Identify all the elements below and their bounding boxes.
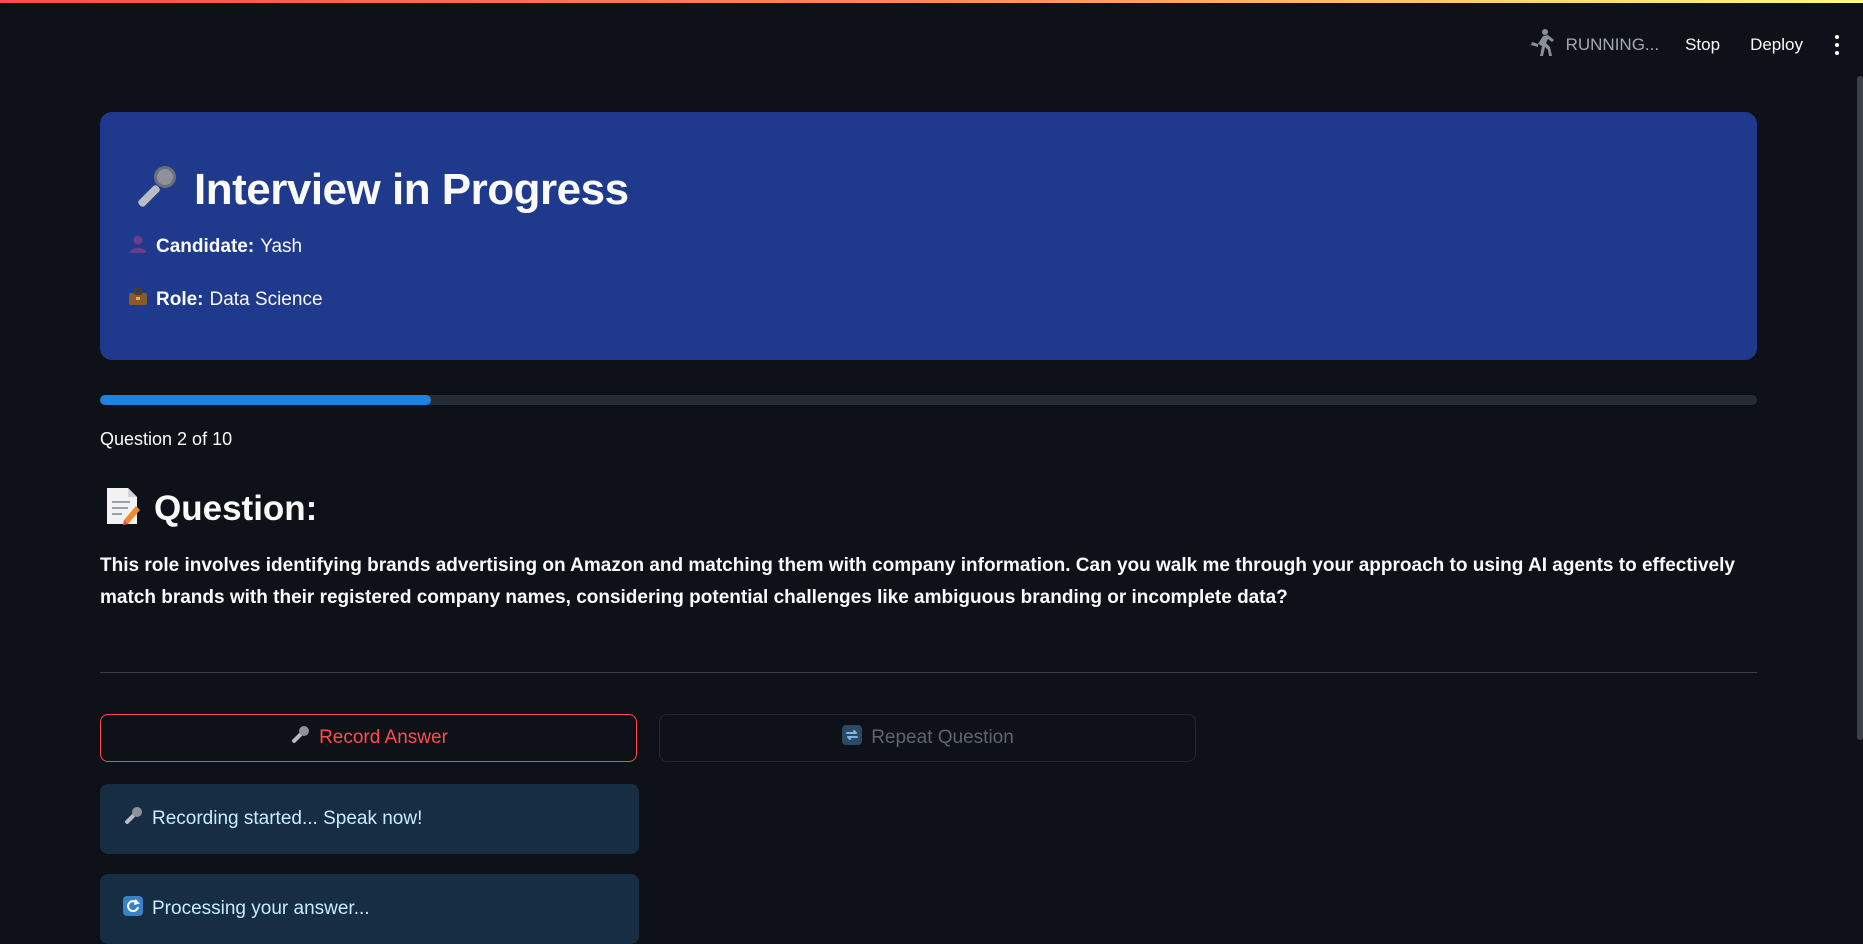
question-heading-text: Question: — [154, 488, 318, 528]
candidate-label: Candidate: — [156, 236, 255, 257]
repeat-question-label: Repeat Question — [871, 727, 1014, 748]
microphone-icon — [122, 805, 144, 833]
repeat-question-button[interactable]: Repeat Question — [659, 714, 1196, 762]
processing-alert: Processing your answer... — [100, 874, 639, 944]
progress-bar — [100, 395, 1757, 405]
microphone-icon — [130, 162, 180, 217]
progress-fill — [100, 395, 432, 405]
recording-started-alert: Recording started... Speak now! — [100, 784, 639, 854]
refresh-icon — [122, 895, 144, 923]
running-man-icon — [1528, 28, 1556, 63]
alert-text: Recording started... Speak now! — [152, 808, 423, 829]
scrollbar[interactable] — [1857, 76, 1863, 740]
candidate-row: Candidate: Yash — [128, 234, 302, 260]
question-text: This role involves identifying brands ad… — [100, 555, 1735, 608]
question-heading: Question: — [104, 486, 317, 531]
role-label: Role: — [156, 289, 204, 310]
candidate-value: Yash — [260, 236, 303, 257]
record-answer-label: Record Answer — [319, 727, 448, 748]
status-text: RUNNING... — [1565, 35, 1660, 54]
kebab-menu-icon[interactable] — [1833, 35, 1841, 55]
app-toolbar: RUNNING... Stop Deploy — [1528, 28, 1845, 63]
record-answer-button[interactable]: Record Answer — [100, 714, 637, 762]
title-row: Interview in Progress — [130, 162, 629, 217]
stop-button[interactable]: Stop — [1685, 35, 1720, 55]
role-row: Role: Data Science — [128, 287, 323, 313]
top-decoration-bar — [0, 0, 1863, 3]
progress-label: Question 2 of 10 — [100, 429, 233, 449]
running-status: RUNNING... — [1528, 28, 1660, 63]
bust-icon — [128, 234, 156, 260]
repeat-icon — [841, 724, 863, 752]
role-value: Data Science — [209, 289, 323, 310]
alert-text: Processing your answer... — [152, 898, 370, 919]
microphone-icon — [289, 724, 311, 752]
briefcase-icon — [128, 287, 156, 313]
memo-icon — [104, 486, 140, 531]
deploy-button[interactable]: Deploy — [1750, 35, 1803, 55]
page-title: Interview in Progress — [194, 164, 629, 214]
divider — [100, 672, 1757, 673]
interview-header-card: Interview in Progress Candidate: Yash Ro… — [100, 112, 1757, 360]
